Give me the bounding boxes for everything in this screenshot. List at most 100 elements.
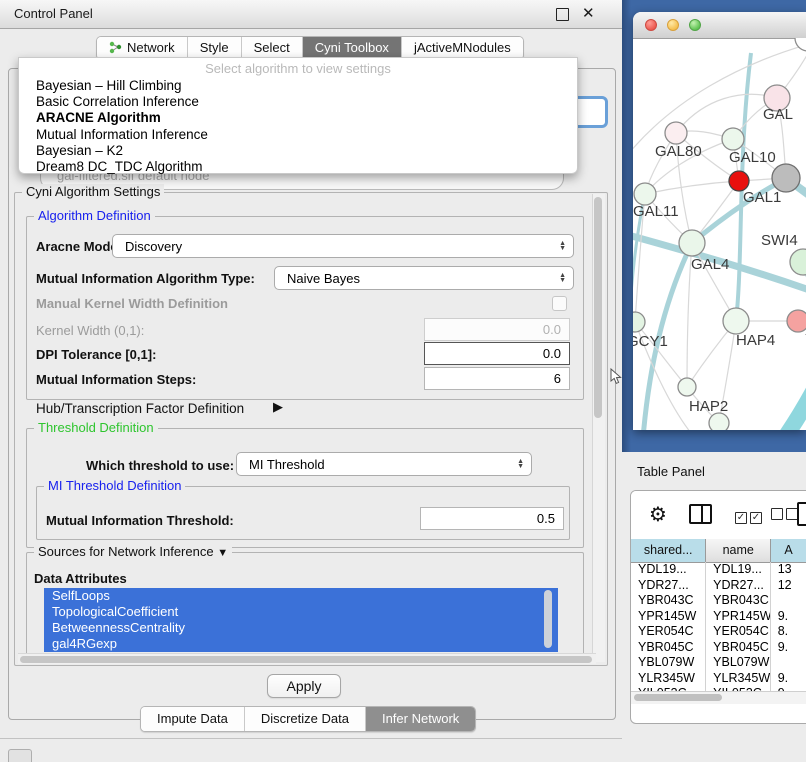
mi-threshold-field[interactable]: 0.5	[420, 507, 564, 530]
tab-jactivemnodules[interactable]: jActiveMNodules	[401, 37, 523, 59]
mi-steps-label: Mutual Information Steps:	[36, 372, 196, 387]
collapse-down-icon[interactable]: ▼	[217, 547, 228, 559]
algorithm-dropdown-placeholder: Select algorithm to view settings	[19, 61, 577, 78]
network-node[interactable]	[795, 38, 806, 51]
attributes-scrollbar-thumb[interactable]	[544, 590, 552, 648]
minimize-traffic-light-icon[interactable]	[667, 19, 679, 31]
data-attributes-list[interactable]: SelfLoopsTopologicalCoefficientBetweenne…	[44, 588, 558, 652]
aracne-mode-combo[interactable]: Discovery ▲▼	[112, 234, 574, 258]
apply-button[interactable]: Apply	[267, 674, 341, 698]
tab-label: Network	[127, 40, 175, 55]
tab-label: jActiveMNodules	[414, 40, 511, 55]
network-node-label: HAP4	[736, 332, 775, 349]
algorithm-option[interactable]: ARACNE Algorithm	[19, 110, 577, 126]
network-node-gal11[interactable]	[634, 183, 656, 205]
network-node[interactable]	[709, 413, 729, 430]
network-view-window: GALGAL80GAL10GAL1GAL11SWI4GAL4GCY1HAP4YH…	[633, 12, 806, 430]
table-cell: YLR345W	[631, 671, 706, 687]
algorithm-option[interactable]: Bayesian – K2	[19, 143, 577, 159]
network-node-label: GAL11	[633, 203, 679, 220]
columns-icon[interactable]	[689, 504, 712, 524]
network-edge[interactable]	[676, 94, 777, 133]
zoom-traffic-light-icon[interactable]	[689, 19, 701, 31]
data-attribute-item[interactable]: gal4RGexp	[44, 636, 558, 652]
algorithm-option[interactable]: Bayesian – Hill Climbing	[19, 78, 577, 94]
tab-impute-data[interactable]: Impute Data	[141, 707, 244, 731]
network-node[interactable]	[772, 164, 800, 192]
table-cell: 9.	[771, 640, 806, 656]
float-window-icon[interactable]	[556, 8, 569, 21]
table-row[interactable]: YBL079WYBL079W	[631, 655, 806, 671]
which-threshold-combo[interactable]: MI Threshold ▲▼	[236, 452, 532, 476]
mi-type-combo[interactable]: Naive Bayes ▲▼	[274, 266, 574, 290]
network-edge[interactable]	[633, 194, 645, 418]
network-node-y[interactable]	[787, 310, 806, 332]
document-icon[interactable]	[797, 502, 806, 526]
table-row[interactable]: YBR045CYBR045C9.	[631, 640, 806, 656]
close-icon[interactable]: ✕	[582, 4, 595, 22]
data-attribute-item[interactable]: SelfLoops	[44, 588, 558, 604]
table-row[interactable]: YDL19...YDL19...13	[631, 562, 806, 578]
table-hscrollbar-track[interactable]	[631, 691, 806, 704]
network-node-hap2[interactable]	[678, 378, 696, 396]
network-node-gal80[interactable]	[665, 122, 687, 144]
tab-label: Select	[254, 40, 290, 55]
network-node-gcy1[interactable]	[633, 312, 645, 332]
data-attribute-item[interactable]: BetweennessCentrality	[44, 620, 558, 636]
column-header[interactable]: name	[706, 539, 771, 562]
gear-icon[interactable]: ⚙	[649, 502, 667, 527]
algorithm-option[interactable]: Basic Correlation Inference	[19, 94, 577, 110]
table-cell: YDL19...	[706, 562, 771, 578]
tab-discretize-data[interactable]: Discretize Data	[244, 707, 365, 731]
close-traffic-light-icon[interactable]	[645, 19, 657, 31]
table-window: ⚙ ✓✓ shared...nameA YDL19...YDL19...13YD…	[630, 490, 806, 724]
network-node-swi4[interactable]	[790, 249, 806, 275]
data-attribute-item[interactable]: TopologicalCoefficient	[44, 604, 558, 620]
algorithm-option[interactable]: Mutual Information Inference	[19, 127, 577, 143]
select-all-checkboxes-icon[interactable]: ✓✓	[735, 508, 765, 524]
mi-threshold-label: Mutual Information Threshold:	[46, 513, 234, 528]
settings-hscrollbar-thumb[interactable]	[20, 656, 592, 663]
table-cell: YBL079W	[631, 655, 706, 671]
table-row[interactable]: YPR145WYPR145W9.	[631, 609, 806, 625]
dpi-tolerance-field[interactable]: 0.0	[424, 342, 570, 365]
tab-infer-network[interactable]: Infer Network	[365, 707, 475, 731]
tab-select[interactable]: Select	[241, 37, 302, 59]
sources-title[interactable]: Sources for Network Inference ▼	[34, 544, 232, 559]
network-edge[interactable]	[781, 386, 806, 430]
expand-right-icon[interactable]: ▶	[273, 399, 283, 415]
tab-network[interactable]: Network	[97, 37, 187, 59]
table-row[interactable]: YLR345WYLR345W9.	[631, 671, 806, 687]
hub-definition-label[interactable]: Hub/Transcription Factor Definition	[36, 401, 244, 416]
network-node-gal10[interactable]	[722, 128, 744, 150]
column-header[interactable]: A	[771, 539, 806, 562]
table-cell: 13	[771, 562, 806, 578]
column-header[interactable]: shared...	[631, 539, 706, 562]
network-node-label: GAL1	[743, 189, 781, 206]
network-canvas[interactable]: GALGAL80GAL10GAL1GAL11SWI4GAL4GCY1HAP4YH…	[633, 38, 806, 430]
tab-cyni-toolbox[interactable]: Cyni Toolbox	[302, 37, 401, 59]
table-row[interactable]: YDR27...YDR27...12	[631, 578, 806, 594]
network-node-gal1[interactable]	[729, 171, 749, 191]
control-panel-title: Control Panel	[14, 6, 93, 21]
settings-scrollbar-thumb[interactable]	[594, 197, 602, 418]
table-cell: 9.	[771, 671, 806, 687]
screen: Control Panel ✕ Network Style Select Cyni T…	[0, 0, 806, 762]
tab-style[interactable]: Style	[187, 37, 241, 59]
table-hscrollbar-thumb[interactable]	[634, 694, 722, 701]
network-node-gal4[interactable]	[679, 230, 705, 256]
network-edge[interactable]	[645, 181, 739, 194]
algorithm-option[interactable]: Dream8 DC_TDC Algorithm	[19, 159, 577, 175]
kernel-width-field[interactable]: 0.0	[424, 318, 570, 341]
aracne-mode-label: Aracne Mode:	[36, 239, 122, 254]
network-window-titlebar[interactable]	[633, 12, 806, 39]
settings-hscrollbar-track[interactable]	[18, 653, 596, 664]
manual-kernel-checkbox[interactable]	[552, 296, 567, 311]
table-row[interactable]: YER054CYER054C8.	[631, 624, 806, 640]
table-cell: YPR145W	[631, 609, 706, 625]
network-node-hap4[interactable]	[723, 308, 749, 334]
mi-steps-field[interactable]: 6	[424, 367, 570, 390]
table-cell: YBR043C	[706, 593, 771, 609]
minimized-panel-button[interactable]	[8, 749, 32, 762]
table-row[interactable]: YBR043CYBR043C	[631, 593, 806, 609]
